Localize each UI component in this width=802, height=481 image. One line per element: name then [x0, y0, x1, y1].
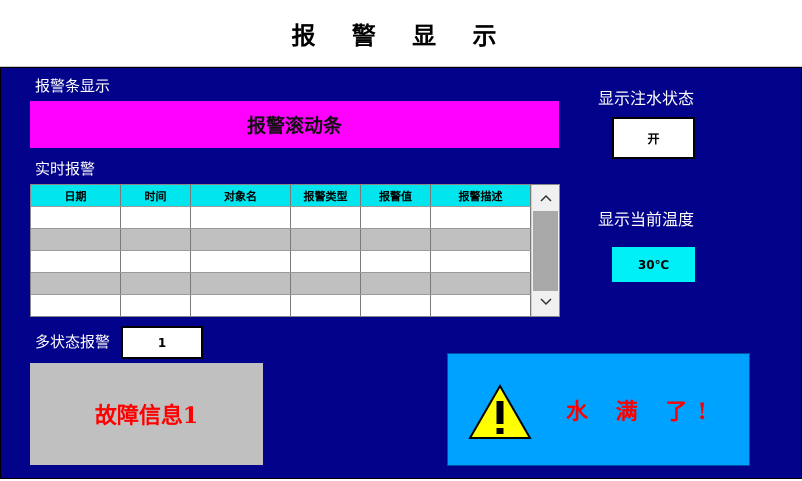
warning-triangle-icon	[468, 384, 532, 439]
col-alarm-type[interactable]: 报警类型	[291, 185, 361, 206]
table-row[interactable]	[31, 250, 531, 272]
multi-state-alarm-label: 多状态报警	[35, 333, 111, 351]
realtime-alarm-table[interactable]: 日期 时间 对象名 报警类型 报警值 报警描述	[30, 184, 560, 317]
col-object-name[interactable]: 对象名	[191, 185, 291, 206]
table-row[interactable]	[31, 272, 531, 294]
water-full-text: 水 满 了!	[566, 399, 717, 425]
multi-state-alarm-value: 1	[121, 326, 203, 359]
table-header: 日期 时间 对象名 报警类型 报警值 报警描述	[31, 185, 531, 206]
realtime-alarm-label: 实时报警	[35, 160, 96, 178]
table-row[interactable]	[31, 294, 531, 316]
temperature-label: 显示当前温度	[598, 210, 695, 229]
alarm-marquee: 报警滚动条	[30, 101, 559, 148]
table-row[interactable]	[31, 206, 531, 228]
scrollbar-thumb[interactable]	[533, 211, 558, 291]
water-status-label: 显示注水状态	[598, 89, 695, 108]
scroll-up-icon[interactable]	[532, 187, 559, 209]
water-status-value: 开	[612, 117, 695, 159]
table-row[interactable]	[31, 228, 531, 250]
table-scrollbar[interactable]	[531, 185, 559, 316]
scroll-down-icon[interactable]	[532, 291, 559, 313]
col-time[interactable]: 时间	[121, 185, 191, 206]
alarm-bar-label: 报警条显示	[35, 77, 111, 95]
fault-info-text: 故障信息1	[94, 403, 199, 429]
col-alarm-value[interactable]: 报警值	[361, 185, 431, 206]
temperature-value: 30℃	[612, 247, 695, 282]
fault-info-panel: 故障信息1	[30, 363, 263, 465]
water-full-alarm-panel: 水 满 了!	[447, 353, 750, 466]
title-bar: 报 警 显 示	[0, 0, 802, 67]
col-alarm-desc[interactable]: 报警描述	[431, 185, 531, 206]
page-title: 报 警 显 示	[291, 20, 511, 50]
col-date[interactable]: 日期	[31, 185, 121, 206]
